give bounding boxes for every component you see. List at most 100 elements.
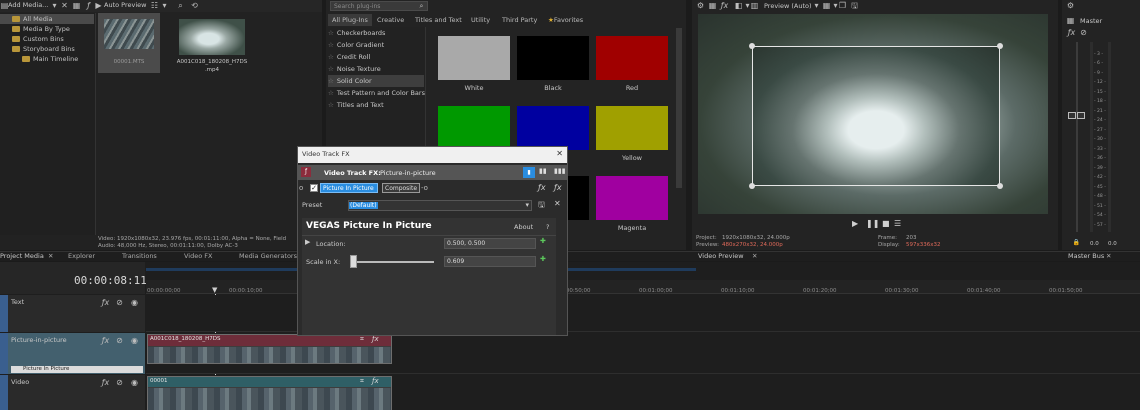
tab-all-plugins[interactable]: All Plug-Ins: [328, 14, 372, 26]
track-header-video[interactable]: Video ƒx ⊘ ◉: [0, 375, 145, 410]
plugin-credit-roll[interactable]: ☆ Credit Roll: [328, 51, 424, 63]
grid-icon[interactable]: ▦: [822, 1, 831, 10]
scale-slider-thumb[interactable]: [350, 255, 357, 268]
solo-icon[interactable]: ◉: [130, 336, 139, 345]
views-dropdown-icon[interactable]: ▾: [160, 1, 169, 10]
views-icon[interactable]: ☷: [150, 1, 159, 10]
plugin-solid-color[interactable]: ☆ Solid Color: [328, 75, 424, 87]
tab-media-generators[interactable]: Media Generators: [239, 252, 297, 260]
mute-icon[interactable]: ⊘: [115, 378, 124, 387]
overlay-handle[interactable]: [997, 183, 1003, 189]
expand-icon[interactable]: ▶: [305, 238, 310, 246]
overlay-handle[interactable]: [749, 43, 755, 49]
track-fx-bar[interactable]: Picture In Picture: [11, 366, 143, 373]
preset-swatch-blue[interactable]: [517, 106, 589, 150]
close-icon[interactable]: ✕: [752, 252, 757, 260]
remove-icon[interactable]: ✕: [60, 1, 69, 10]
close-icon[interactable]: ✕: [556, 149, 563, 158]
tab-titles-and-text[interactable]: Titles and Text: [411, 14, 466, 26]
track-header-text[interactable]: Text ƒx ⊘ ◉: [0, 295, 145, 332]
auto-preview-toggle[interactable]: Auto Preview: [104, 1, 146, 9]
gear-icon[interactable]: ⚙: [696, 1, 705, 10]
save-preset-icon[interactable]: 🖫: [538, 199, 545, 213]
delete-preset-icon[interactable]: ✕: [554, 199, 561, 208]
preset-swatch-white[interactable]: [438, 36, 510, 80]
add-fx-icon[interactable]: ƒx: [538, 183, 546, 192]
tab-third-party[interactable]: Third Party: [498, 14, 541, 26]
tab-project-media[interactable]: Project Media: [0, 252, 44, 260]
video-event-pip[interactable]: A001C018_180208_H7DS ⌗ ƒx: [147, 334, 392, 364]
fx-chain-item-composite[interactable]: Composite: [382, 183, 420, 193]
gear-icon[interactable]: ⚙: [1066, 1, 1075, 10]
keyframe-icon[interactable]: ✚: [540, 255, 546, 263]
zoom-icon[interactable]: ⌕: [176, 1, 185, 10]
play-icon[interactable]: ▶: [94, 1, 103, 10]
multi-view-icon[interactable]: ▮▮▮: [554, 167, 566, 175]
split-view-icon[interactable]: ▮▮: [539, 167, 547, 175]
tree-item-all-media[interactable]: All Media: [0, 14, 94, 24]
keyframe-icon[interactable]: ✚: [540, 237, 546, 245]
stop-icon[interactable]: ■: [882, 219, 890, 228]
back-icon[interactable]: ⟲: [190, 1, 199, 10]
solo-icon[interactable]: ◉: [130, 378, 139, 387]
track-header-pip[interactable]: Picture-in-picture ƒx ⊘ ◉ Picture In Pic…: [0, 333, 145, 374]
crop-icon[interactable]: ⌗: [360, 377, 364, 386]
fx-chain-item-pip[interactable]: Picture In Picture: [320, 183, 378, 193]
playhead-marker-icon[interactable]: ▼: [212, 286, 217, 294]
tab-favorites[interactable]: ★Favorites: [544, 14, 587, 26]
play-icon[interactable]: ▶: [852, 219, 858, 228]
scale-slider-track[interactable]: [350, 261, 434, 263]
lock-icon[interactable]: 🔒: [1072, 238, 1081, 247]
media-thumbnail[interactable]: A001C018_180208_H7DS .mp4: [173, 13, 251, 73]
plugin-titles-and-text[interactable]: ☆ Titles and Text: [328, 99, 424, 111]
preset-swatch-green[interactable]: [438, 106, 510, 150]
scale-field[interactable]: 0.609: [444, 256, 536, 267]
plugin-checkerboards[interactable]: ☆ Checkerboards: [328, 27, 424, 39]
tab-master-bus[interactable]: Master Bus: [1068, 252, 1104, 260]
media-thumbnail-selected[interactable]: 00001.MTS: [98, 13, 160, 73]
properties-icon[interactable]: ▦: [708, 1, 717, 10]
track-name[interactable]: Text: [11, 298, 24, 306]
mute-icon[interactable]: ⊘: [1079, 28, 1088, 37]
tree-item-media-by-type[interactable]: Media By Type: [0, 24, 70, 34]
fx-icon[interactable]: ƒx: [101, 336, 110, 345]
tree-item-storyboard-bins[interactable]: Storyboard Bins: [0, 44, 75, 54]
tab-video-fx[interactable]: Video FX: [184, 252, 212, 260]
properties-icon[interactable]: ▦: [1066, 16, 1075, 25]
fx-icon[interactable]: ƒx: [372, 377, 379, 385]
overlay-handle[interactable]: [997, 43, 1003, 49]
remove-fx-icon[interactable]: ƒx: [554, 183, 562, 192]
track-name[interactable]: Video: [11, 378, 29, 386]
solo-icon[interactable]: ◉: [130, 298, 139, 307]
preset-swatch-black[interactable]: [517, 36, 589, 80]
pip-overlay-frame[interactable]: [752, 46, 1000, 186]
fx-icon[interactable]: ƒx: [101, 298, 110, 307]
mute-icon[interactable]: ⊘: [115, 298, 124, 307]
dropdown-icon[interactable]: ▾: [50, 1, 59, 10]
fader-handle-left[interactable]: [1068, 112, 1076, 119]
scrollbar[interactable]: [676, 28, 682, 188]
fader-handle-right[interactable]: [1077, 112, 1085, 119]
tab-utility[interactable]: Utility: [467, 14, 494, 26]
dropdown-icon[interactable]: ▾: [812, 1, 821, 10]
search-input[interactable]: Search plug-ins ⌕: [330, 1, 428, 11]
mute-icon[interactable]: ⊘: [115, 336, 124, 345]
tree-item-main-timeline[interactable]: Main Timeline: [0, 54, 78, 64]
preset-swatch-yellow[interactable]: [596, 106, 668, 150]
tab-transitions[interactable]: Transitions: [122, 252, 157, 260]
preview-quality-dropdown[interactable]: Preview (Auto): [764, 2, 812, 10]
video-event-video[interactable]: 00001 ⌗ ƒx: [147, 376, 392, 410]
fx-enable-checkbox[interactable]: ✓: [310, 184, 318, 192]
timecode-display[interactable]: 00:00:08:11: [74, 274, 147, 287]
plugin-color-gradient[interactable]: ☆ Color Gradient: [328, 39, 424, 51]
plugin-noise-texture[interactable]: ☆ Noise Texture: [328, 63, 424, 75]
tree-item-custom-bins[interactable]: Custom Bins: [0, 34, 64, 44]
properties-icon[interactable]: ▦: [72, 1, 81, 10]
add-media-button[interactable]: Add Media...: [8, 1, 48, 9]
save-snapshot-icon[interactable]: 🖫: [850, 1, 859, 10]
split-screen-icon[interactable]: ◧: [734, 1, 743, 10]
close-icon[interactable]: ✕: [1106, 252, 1111, 260]
help-button[interactable]: ?: [546, 223, 549, 231]
tab-creative[interactable]: Creative: [373, 14, 408, 26]
pause-icon[interactable]: ❚❚: [866, 219, 879, 228]
